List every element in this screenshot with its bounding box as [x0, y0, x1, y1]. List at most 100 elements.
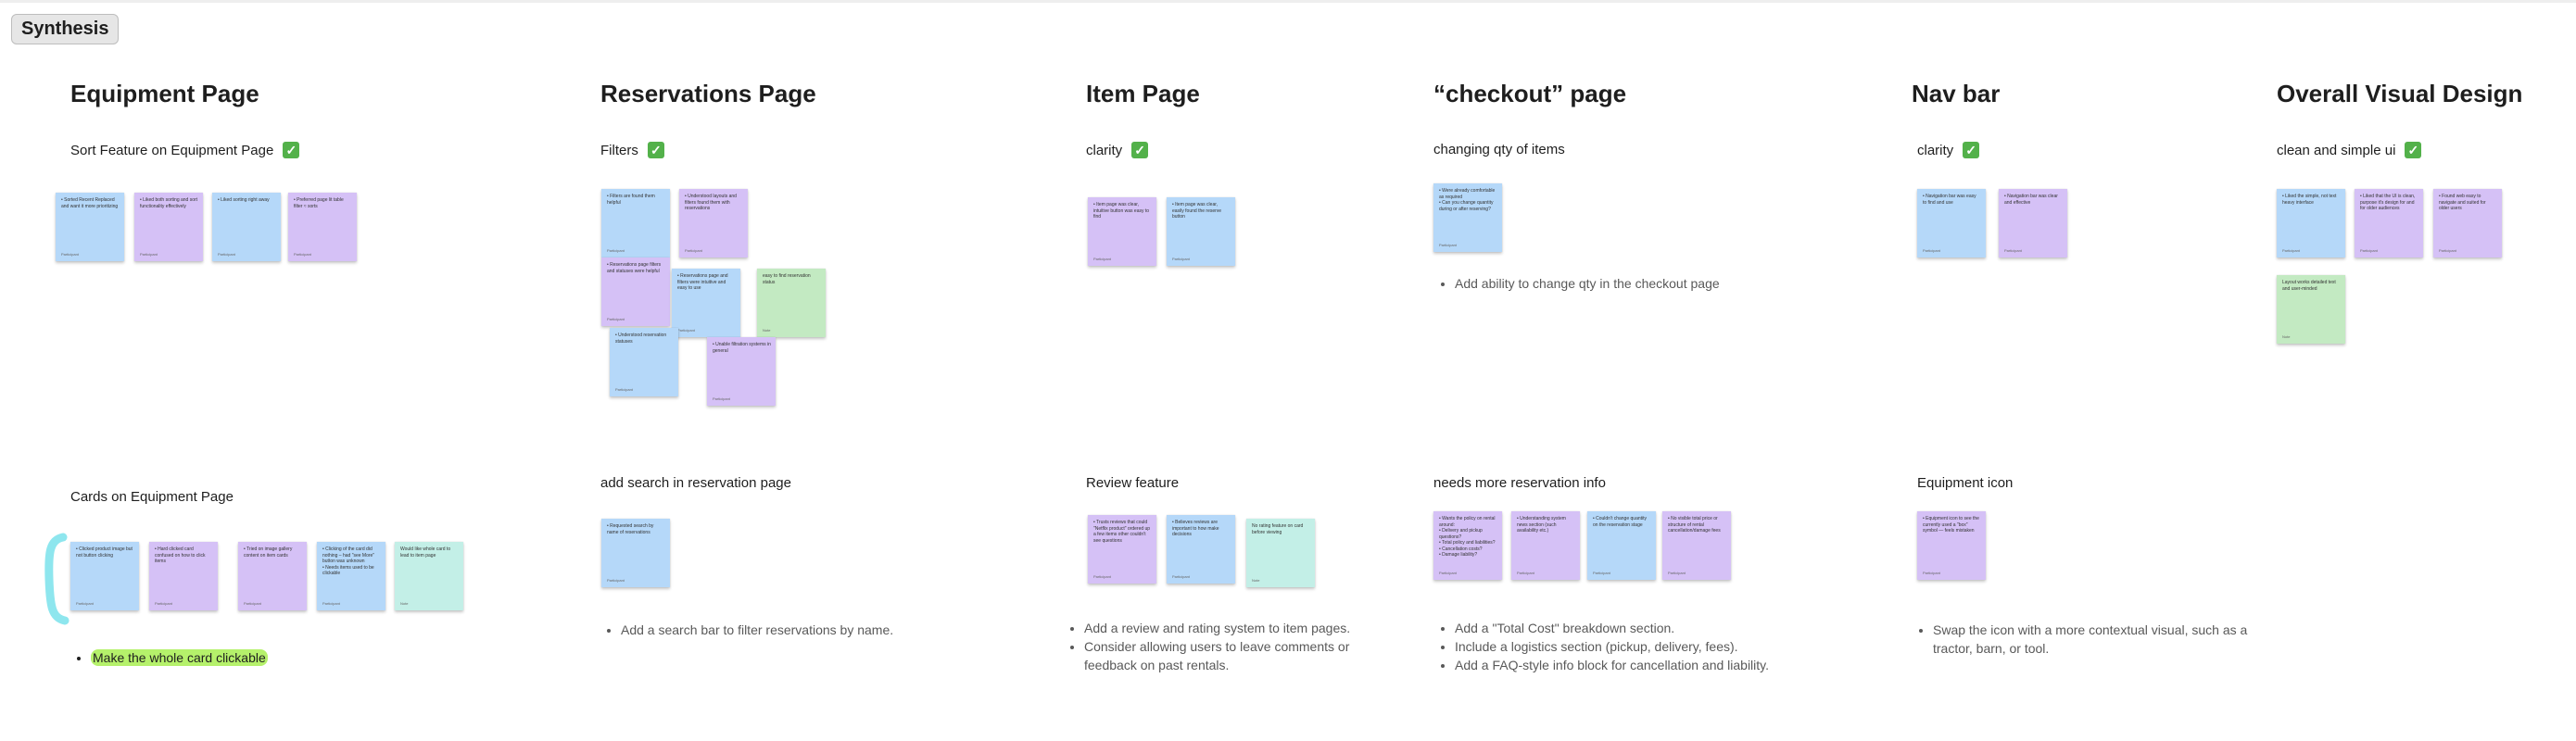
sticky-note[interactable]: Layout works detailed text and user-mind… [2277, 275, 2345, 344]
checkout-page-title: “checkout” page [1433, 80, 1627, 107]
sticky-note-text: • Filters are found them helpful [607, 194, 655, 206]
sticky-note-author: Participant [2439, 247, 2456, 253]
sticky-note[interactable]: • Unable filtration systems in general P… [707, 337, 776, 406]
sticky-note-author: Participant [1093, 256, 1111, 261]
check-mark-icon: ✓ [647, 142, 664, 158]
sticky-note[interactable]: • Wants the policy on rental around: • D… [1433, 511, 1502, 580]
sticky-note-author: Participant [1172, 256, 1190, 261]
sticky-note[interactable]: • Reservations page filters and statuses… [601, 257, 670, 326]
sticky-note[interactable]: • Clicked product image but not button c… [70, 542, 139, 610]
sticky-note-text: • Understood layouts and filters found t… [685, 194, 737, 211]
sticky-note-author: Participant [607, 247, 625, 253]
equipment-sort-text: Sort Feature on Equipment Page [70, 142, 274, 158]
check-mark-icon: ✓ [1963, 142, 1980, 158]
sticky-note-text: • Preferred page lit table filter ≈ sort… [294, 197, 344, 209]
sticky-note[interactable]: • Liked sorting right away Participant [212, 193, 281, 261]
bullet-item: Add a FAQ-style info block for cancellat… [1455, 656, 1900, 674]
sticky-note-text: • Found web easy to navigate and suited … [2439, 194, 2486, 211]
sticky-note-text: • Item page was clear, intuitive button … [1093, 202, 1150, 220]
reservations-search-text: add search in reservation page [600, 475, 791, 491]
sticky-note[interactable]: • Hard clicked card confused on how to c… [149, 542, 218, 610]
sticky-note-author: Participant [1439, 570, 1457, 575]
sticky-note-text: easy to find reservation status [763, 273, 811, 285]
sticky-note-author: Note [2282, 333, 2291, 339]
checkout-qty-bullets: Add ability to change qty in the checkou… [1436, 274, 1788, 293]
nav-icon-label: Equipment icon [1917, 475, 2013, 491]
sticky-note[interactable]: Would like whole card to lead to item pa… [395, 542, 463, 610]
bullet-item: Consider allowing users to leave comment… [1084, 637, 1362, 674]
sticky-note[interactable]: • Understood layouts and filters found t… [679, 189, 748, 257]
sticky-note[interactable]: • Reservations page and filters were int… [672, 269, 740, 337]
sticky-note[interactable]: • Requested search by name of reservatio… [601, 519, 670, 587]
sticky-note-author: Participant [140, 251, 158, 257]
sticky-note[interactable]: • Item page was clear, easily found the … [1167, 197, 1235, 266]
check-mark-icon: ✓ [2405, 142, 2422, 158]
checkout-info-text: needs more reservation info [1433, 475, 1606, 491]
sticky-note[interactable]: • Navigation bar was clear and effective… [1999, 189, 2067, 257]
bracket-marker-icon [44, 533, 69, 625]
sticky-note[interactable]: • Item page was clear, intuitive button … [1088, 197, 1156, 266]
check-mark-icon: ✓ [283, 142, 300, 158]
sticky-note-author: Note [400, 600, 409, 606]
sticky-note-text: • Clicked product image but not button c… [76, 546, 133, 559]
sticky-note-text: • Were already comfortable as required •… [1439, 188, 1496, 212]
sticky-note-author: Participant [1923, 247, 1940, 253]
sticky-note[interactable]: • Believes reviews are important to how … [1167, 515, 1235, 584]
sticky-note[interactable]: • Filters are found them helpful Partici… [601, 189, 670, 257]
sticky-note[interactable]: • Equipment icon to see the currently us… [1917, 511, 1986, 580]
sticky-note[interactable]: • Sorted Recent Replaced and want it mor… [56, 193, 124, 261]
sticky-note[interactable]: • Preferred page lit table filter ≈ sort… [288, 193, 357, 261]
sticky-note-author: Note [763, 327, 771, 333]
sticky-note[interactable]: • Understood reservation statuses Partic… [610, 328, 678, 396]
sticky-note[interactable]: • Tried on image gallery content on item… [238, 542, 307, 610]
nav-bar-title: Nav bar [1912, 80, 2001, 107]
sticky-note-author: Participant [1668, 570, 1686, 575]
sticky-note[interactable]: • Navigation bar was easy to find and us… [1917, 189, 1986, 257]
sticky-note-text: • Requested search by name of reservatio… [607, 523, 654, 535]
sticky-note[interactable]: • Liked the simple, not text heavy inter… [2277, 189, 2345, 257]
sticky-note[interactable]: • Found web easy to navigate and suited … [2433, 189, 2502, 257]
sticky-note-text: • Sorted Recent Replaced and want it mor… [61, 197, 119, 209]
nav-icon-text: Equipment icon [1917, 475, 2014, 491]
sticky-note[interactable]: • No visible total price or structure of… [1662, 511, 1731, 580]
sticky-note-author: Participant [294, 251, 311, 257]
item-review-label: Review feature [1086, 475, 1179, 491]
check-mark-icon: ✓ [1131, 142, 1149, 158]
equipment-sort-label: Sort Feature on Equipment Page ✓ [70, 142, 300, 158]
sticky-note[interactable]: • Liked that the UI is clean, purpose it… [2355, 189, 2423, 257]
sticky-note[interactable]: • Understanding system news section (suc… [1511, 511, 1580, 580]
checkout-info-label: needs more reservation info [1433, 475, 1606, 491]
sticky-note-text: • Liked sorting right away [218, 197, 270, 203]
sticky-note[interactable]: • Were already comfortable as required •… [1433, 183, 1502, 252]
item-page-title: Item Page [1086, 80, 1200, 107]
sticky-note[interactable]: easy to find reservation status Note [757, 269, 826, 337]
bullet-item: Add ability to change qty in the checkou… [1455, 274, 1788, 293]
reservations-filters-text: Filters [600, 142, 638, 158]
sticky-note-text: • Equipment icon to see the currently us… [1923, 516, 1979, 534]
sticky-note[interactable]: • Clicking of the card did nothing – had… [317, 542, 385, 610]
sticky-note-text: • Liked the simple, not text heavy inter… [2282, 194, 2337, 206]
sticky-note-author: Participant [713, 396, 730, 401]
sticky-note-author: Participant [615, 386, 633, 392]
sticky-note-author: Participant [607, 316, 625, 321]
sticky-note-author: Participant [2004, 247, 2022, 253]
frame-label[interactable]: Synthesis [11, 14, 120, 44]
sticky-note-text: Layout works detailed text and user-mind… [2282, 280, 2336, 292]
sticky-note-author: Participant [1593, 570, 1610, 575]
overall-visual-design-title: Overall Visual Design [2277, 80, 2523, 107]
sticky-note-author: Participant [155, 600, 172, 606]
sticky-note[interactable]: No rating feature on card before viewing… [1246, 519, 1315, 587]
sticky-note-text: • Clicking of the card did nothing – had… [322, 546, 375, 576]
sticky-note[interactable]: • Liked both sorting and sort functional… [134, 193, 203, 261]
sticky-note-author: Participant [61, 251, 79, 257]
sticky-note[interactable]: • Trusts reviews that could "Netflix pro… [1088, 515, 1156, 584]
nav-clarity-text: clarity [1917, 142, 1954, 158]
sticky-note-author: Participant [218, 251, 235, 257]
equipment-cards-bullets: Make the whole card clickable [72, 648, 406, 667]
sticky-note[interactable]: • Couldn't change quantity on the reserv… [1587, 511, 1656, 580]
sticky-note-author: Participant [1439, 242, 1457, 247]
reservations-search-label: add search in reservation page [600, 475, 791, 491]
reservations-search-bullets: Add a search bar to filter reservations … [602, 621, 954, 639]
sticky-note-text: • Navigation bar was easy to find and us… [1923, 194, 1976, 206]
sticky-note-text: • Understood reservation statuses [615, 333, 667, 345]
